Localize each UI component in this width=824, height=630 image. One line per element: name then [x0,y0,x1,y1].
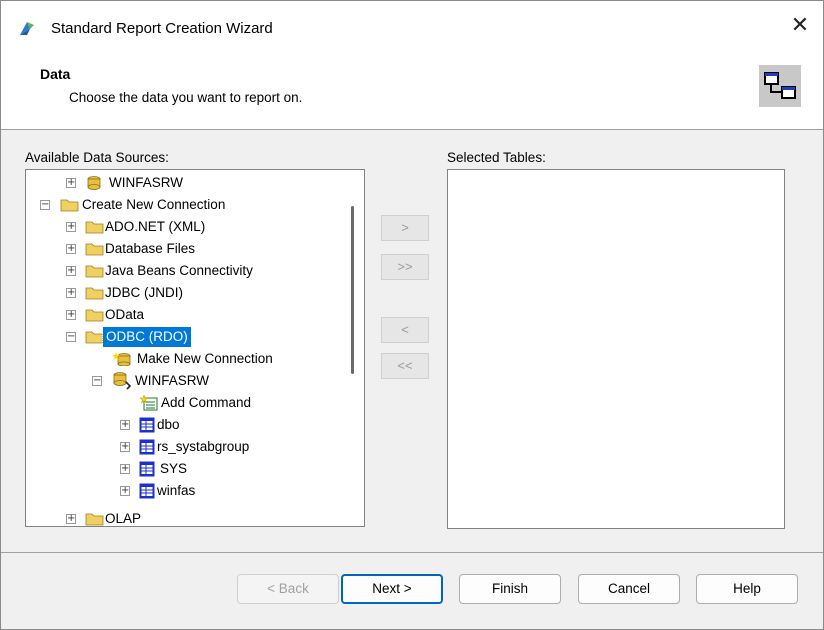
available-data-sources-label: Available Data Sources: [25,150,169,165]
next-button[interactable]: Next > [341,574,443,604]
add-command-icon [140,395,158,411]
expand-icon[interactable]: + [66,222,76,232]
folder-icon [85,265,104,278]
data-sources-tree[interactable]: + WINFASRW − Create New Connection + ADO… [25,169,365,527]
collapse-icon[interactable]: − [40,200,50,210]
table-link-icon [759,65,801,107]
connected-database-icon [113,372,132,390]
database-icon [87,176,101,190]
expand-icon[interactable]: + [120,442,130,452]
tree-node-label: Java Beans Connectivity [105,263,253,278]
folder-icon [85,513,104,526]
selected-tables-list[interactable] [447,169,785,529]
page-title: Data [40,66,71,82]
tree-node-olap[interactable]: + OLAP [26,509,346,526]
window-title: Standard Report Creation Wizard [51,20,273,37]
tree-node-jdbc-jndi[interactable]: + JDBC (JNDI) [26,283,346,303]
tree-node-label: Create New Connection [82,197,226,212]
expand-icon[interactable]: + [120,486,130,496]
expand-icon[interactable]: + [66,310,76,320]
remove-table-button[interactable]: < [381,317,429,343]
folder-icon [85,287,104,300]
help-button[interactable]: Help [696,574,798,604]
expand-icon[interactable]: + [66,244,76,254]
expand-icon[interactable]: + [66,178,76,188]
tree-node-ado-net-xml[interactable]: + ADO.NET (XML) [26,217,346,237]
close-button[interactable]: ✕ [777,1,823,45]
tree-node-create-new-connection[interactable]: − Create New Connection [26,195,346,215]
new-connection-icon [113,352,131,366]
remove-all-tables-button[interactable]: << [381,353,429,379]
tree-node-label: Make New Connection [137,351,273,366]
tree-node-winfasrw-connected[interactable]: − WINFASRW [26,371,346,391]
table-owner-icon [139,439,155,455]
tree-node-label: Add Command [161,395,252,410]
tree-node-odata[interactable]: + OData [26,305,346,325]
table-owner-icon [139,461,155,477]
tree-node-java-beans[interactable]: + Java Beans Connectivity [26,261,346,281]
add-all-tables-button[interactable]: >> [381,254,429,280]
wizard-app-icon [20,22,34,35]
tree-node-winfas[interactable]: + winfas [26,481,346,501]
folder-icon [85,243,104,256]
tree-node-winfasrw-top[interactable]: + WINFASRW [26,173,346,193]
expand-icon[interactable]: + [120,464,130,474]
tree-node-database-files[interactable]: + Database Files [26,239,346,259]
finish-button[interactable]: Finish [459,574,561,604]
tree-node-label: winfas [157,483,196,498]
tree-node-make-new-connection[interactable]: Make New Connection [26,349,346,369]
cancel-button[interactable]: Cancel [578,574,680,604]
expand-icon[interactable]: + [66,288,76,298]
tree-scrollbar[interactable] [342,170,364,526]
scrollbar-thumb[interactable] [351,206,354,374]
selected-tables-label: Selected Tables: [447,150,546,165]
back-button[interactable]: < Back [237,574,339,604]
folder-icon [85,309,104,322]
tree-node-rs-systabgroup[interactable]: + rs_systabgroup [26,437,346,457]
tree-node-label: Database Files [105,241,196,256]
tree-node-label: dbo [157,417,180,432]
close-icon: ✕ [790,12,810,37]
wizard-window: Standard Report Creation Wizard ✕ Data C… [0,0,824,630]
expand-icon[interactable]: + [66,266,76,276]
tree-node-label-selected: ODBC (RDO) [102,326,192,348]
folder-icon [85,221,104,234]
folder-icon [60,199,79,212]
tree-node-label: JDBC (JNDI) [105,285,183,300]
wizard-header: Data Choose the data you want to report … [1,45,823,130]
expand-icon[interactable]: + [120,420,130,430]
tree-node-label: WINFASRW [109,175,183,190]
tree-node-label: SYS [160,461,188,476]
tree-node-label: OData [105,307,145,322]
tree-node-sys[interactable]: + SYS [26,459,346,479]
title-bar: Standard Report Creation Wizard ✕ [1,1,823,45]
page-subtitle: Choose the data you want to report on. [69,90,303,105]
tree-node-dbo[interactable]: + dbo [26,415,346,435]
collapse-icon[interactable]: − [66,332,76,342]
folder-icon [85,331,104,344]
tree-node-odbc-rdo[interactable]: − ODBC (RDO) [26,326,346,348]
collapse-icon[interactable]: − [92,376,102,386]
tree-node-label: ADO.NET (XML) [105,219,206,234]
tree-node-label: OLAP [105,511,142,526]
tree-node-label: rs_systabgroup [157,439,250,454]
table-owner-icon [139,483,155,499]
tree-node-add-command[interactable]: Add Command [26,393,346,413]
tree-node-label: WINFASRW [135,373,209,388]
table-owner-icon [139,417,155,433]
footer-separator [1,552,823,553]
expand-icon[interactable]: + [66,514,76,524]
add-table-button[interactable]: > [381,215,429,241]
